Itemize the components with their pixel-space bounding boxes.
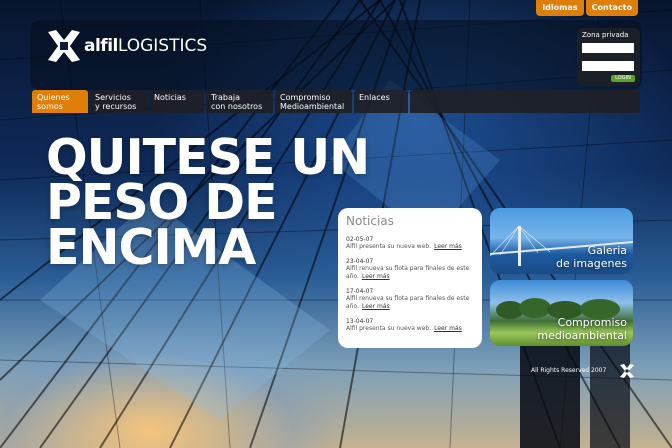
main-nav: Quienes somos Servicios y recursos Notic…	[32, 90, 640, 113]
news-summary: Alfil presenta su nueva web.	[346, 243, 432, 250]
nav-item-enlaces[interactable]: Enlaces	[354, 90, 408, 113]
gallery-promo[interactable]: Galeria de imagenes	[490, 208, 633, 274]
promo-label-line1: Galeria	[587, 244, 627, 257]
login-button[interactable]: LOGIN	[611, 75, 635, 82]
site-logo[interactable]: alfilLOGISTICS	[46, 26, 207, 66]
nav-item-trabaja[interactable]: Trabaja con nosotros	[206, 90, 273, 113]
news-title: Noticias	[346, 214, 394, 228]
contact-link[interactable]: Contacto	[585, 0, 638, 16]
news-text: Alfil renueva su flota para finales de e…	[346, 265, 474, 281]
eco-promo-label: Compromiso medioambiental	[537, 316, 627, 342]
nav-label-line1: Compromiso	[280, 93, 331, 102]
news-date: 23-04-07	[346, 258, 374, 265]
news-item: 13-04-07 Alfil presenta su nueva web. Lee…	[346, 318, 474, 333]
read-more-link[interactable]: Leer más	[434, 243, 462, 250]
nav-label-line1: Quienes	[37, 93, 70, 102]
news-item: 17-04-07 Alfil renueva su flota para fin…	[346, 288, 474, 311]
news-text: Alfil presenta su nueva web. Leer más	[346, 325, 474, 333]
nav-label-line2: y recursos	[95, 102, 137, 111]
gallery-promo-label: Galeria de imagenes	[556, 244, 627, 270]
hero-headline: QUITESE UN PESO DE ENCIMA	[46, 133, 370, 276]
footer-logo-icon	[620, 364, 634, 378]
alfil-logo-icon	[48, 30, 80, 62]
logo-text: alfilLOGISTICS	[84, 36, 207, 56]
hero-line-3: ENCIMA	[46, 219, 256, 276]
top-links: Idiomas Contacto	[536, 0, 638, 16]
logo-suffix: LOGISTICS	[117, 36, 208, 56]
nav-label-line2: con nosotros	[211, 102, 263, 111]
promo-label-line2: medioambiental	[537, 329, 627, 342]
nav-item-noticias[interactable]: Noticias	[149, 90, 204, 113]
news-item: 02-05-07 Alfil presenta su nueva web. Lee…	[346, 236, 474, 251]
news-text: Alfil renueva su flota para finales de e…	[346, 295, 474, 311]
username-input[interactable]	[582, 43, 634, 53]
news-item: 23-04-07 Alfil renueva su flota para fin…	[346, 258, 474, 281]
nav-label-line2: Medioambiental	[280, 102, 345, 111]
nav-item-servicios[interactable]: Servicios y recursos	[90, 90, 147, 113]
promo-label-line2: de imagenes	[556, 257, 627, 270]
read-more-link[interactable]: Leer más	[362, 303, 390, 310]
copyright-text: All Rights Reserved 2007	[531, 367, 607, 374]
private-area-login: Zona privada LOGIN	[577, 28, 640, 86]
nav-label-line1: Enlaces	[359, 93, 390, 102]
eco-commitment-promo[interactable]: Compromiso medioambiental	[490, 280, 633, 346]
news-text: Alfil presenta su nueva web. Leer más	[346, 243, 474, 251]
logo-brand: alfil	[84, 36, 118, 56]
read-more-link[interactable]: Leer más	[434, 325, 462, 332]
nav-label-line1: Servicios	[95, 93, 131, 102]
promo-label-line1: Compromiso	[557, 316, 627, 329]
languages-link[interactable]: Idiomas	[536, 0, 584, 16]
nav-item-quienes-somos[interactable]: Quienes somos	[32, 90, 88, 113]
nav-item-compromiso[interactable]: Compromiso Medioambiental	[275, 90, 352, 113]
password-input[interactable]	[582, 61, 634, 71]
nav-label-line2: somos	[37, 102, 63, 111]
nav-label-line1: Trabaja	[211, 93, 241, 102]
nav-filler	[410, 90, 640, 113]
news-date: 02-05-07	[346, 236, 374, 243]
nav-label-line1: Noticias	[154, 93, 186, 102]
news-panel: Noticias 02-05-07 Alfil presenta su nuev…	[338, 208, 482, 348]
read-more-link[interactable]: Leer más	[362, 273, 390, 280]
login-title: Zona privada	[582, 31, 629, 39]
news-date: 17-04-07	[346, 288, 374, 295]
news-summary: Alfil presenta su nueva web.	[346, 325, 432, 332]
news-date: 13-04-07	[346, 318, 374, 325]
